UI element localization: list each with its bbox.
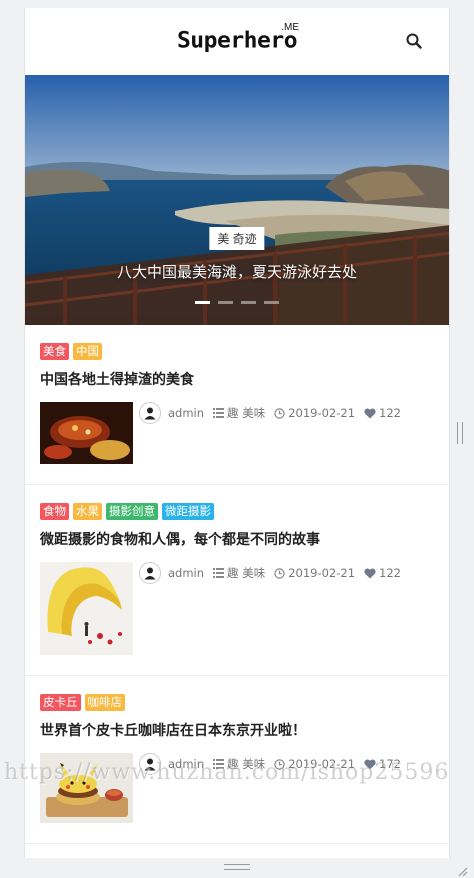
post-tag[interactable]: 美食: [40, 343, 69, 360]
post-item: 皮卡丘 咖啡店 世界首个皮卡丘咖啡店在日本东京开业啦！ admin 趣 美味 2…: [25, 676, 449, 844]
post-item: 食物 水果 摄影创意 微距摄影 微距摄影的食物和人偶，每个都是不同的故事 adm…: [25, 485, 449, 676]
post-tag[interactable]: 咖啡店: [84, 694, 125, 711]
corner-resize-icon[interactable]: [456, 862, 468, 877]
slider-dot[interactable]: [195, 301, 210, 304]
post-category-label: 趣 美味: [227, 406, 266, 420]
site-logo[interactable]: Superhero .ME: [25, 22, 449, 54]
slider-dot[interactable]: [218, 301, 233, 304]
heart-icon: [364, 568, 376, 578]
post-category[interactable]: 趣 美味: [213, 756, 265, 772]
site-header: Superhero .ME: [25, 8, 449, 75]
logo-text: Superhero: [176, 28, 298, 54]
slider-dot[interactable]: [264, 301, 279, 304]
post-tags: 皮卡丘 咖啡店: [40, 694, 434, 711]
author-name[interactable]: admin: [168, 566, 204, 580]
banner-image: [25, 75, 449, 325]
post-thumbnail[interactable]: [40, 753, 133, 823]
logo-suffix: .ME: [281, 22, 300, 33]
search-icon[interactable]: [405, 32, 423, 50]
post-likes-count: 122: [379, 406, 401, 420]
post-date: 2019-02-21: [274, 406, 355, 420]
author-avatar[interactable]: [139, 562, 161, 584]
post-thumbnail[interactable]: [40, 402, 133, 464]
post-likes[interactable]: 172: [364, 757, 401, 771]
post-likes[interactable]: 122: [364, 406, 401, 420]
slider-dots: [25, 301, 449, 304]
banner-category-tag[interactable]: 美 奇迹: [209, 227, 265, 250]
heart-icon: [364, 408, 376, 418]
post-title[interactable]: 中国各地土得掉渣的美食: [40, 370, 434, 390]
clock-icon: [274, 567, 285, 579]
list-icon: [213, 568, 225, 578]
post-title[interactable]: 世界首个皮卡丘咖啡店在日本东京开业啦！: [40, 721, 434, 741]
post-category[interactable]: 趣 美味: [213, 565, 265, 581]
post-tag[interactable]: 食物: [40, 503, 69, 520]
banner-title[interactable]: 八大中国最美海滩，夏天游泳好去处: [25, 261, 449, 282]
list-icon: [213, 759, 225, 769]
post-tags: 美食 中国: [40, 343, 434, 360]
post-category-label: 趣 美味: [227, 566, 266, 580]
post-tag[interactable]: 水果: [73, 503, 102, 520]
horizontal-resize-handle[interactable]: [224, 864, 250, 870]
post-likes-count: 122: [379, 566, 401, 580]
author-avatar[interactable]: [139, 402, 161, 424]
post-tag[interactable]: 微距摄影: [162, 503, 214, 520]
post-date-label: 2019-02-21: [288, 406, 356, 420]
author-avatar[interactable]: [139, 753, 161, 775]
page-frame: Superhero .ME 美 奇迹 八大中国最美海滩，夏天游泳好去处 美食 中…: [24, 8, 450, 858]
post-tags: 食物 水果 摄影创意 微距摄影: [40, 503, 434, 520]
list-icon: [213, 408, 225, 418]
post-date-label: 2019-02-21: [288, 566, 356, 580]
post-tag[interactable]: 中国: [73, 343, 102, 360]
post-thumbnail[interactable]: [40, 562, 133, 655]
author-name[interactable]: admin: [168, 757, 204, 771]
post-title[interactable]: 微距摄影的食物和人偶，每个都是不同的故事: [40, 530, 434, 550]
heart-icon: [364, 759, 376, 769]
post-likes-count: 172: [379, 757, 401, 771]
post-date-label: 2019-02-21: [288, 757, 356, 771]
post-category-label: 趣 美味: [227, 757, 266, 771]
post-tag[interactable]: 皮卡丘: [40, 694, 81, 711]
clock-icon: [274, 758, 285, 770]
post-item: 美食 中国 中国各地土得掉渣的美食 admin 趣 美味 2019-02-21 …: [25, 325, 449, 485]
post-date: 2019-02-21: [274, 566, 355, 580]
post-category[interactable]: 趣 美味: [213, 405, 265, 421]
vertical-resize-handle[interactable]: [457, 422, 463, 444]
author-name[interactable]: admin: [168, 406, 204, 420]
clock-icon: [274, 407, 285, 419]
post-date: 2019-02-21: [274, 757, 355, 771]
post-likes[interactable]: 122: [364, 566, 401, 580]
slider-dot[interactable]: [241, 301, 256, 304]
post-tag[interactable]: 摄影创意: [106, 503, 158, 520]
banner-slider[interactable]: 美 奇迹 八大中国最美海滩，夏天游泳好去处: [25, 75, 449, 325]
